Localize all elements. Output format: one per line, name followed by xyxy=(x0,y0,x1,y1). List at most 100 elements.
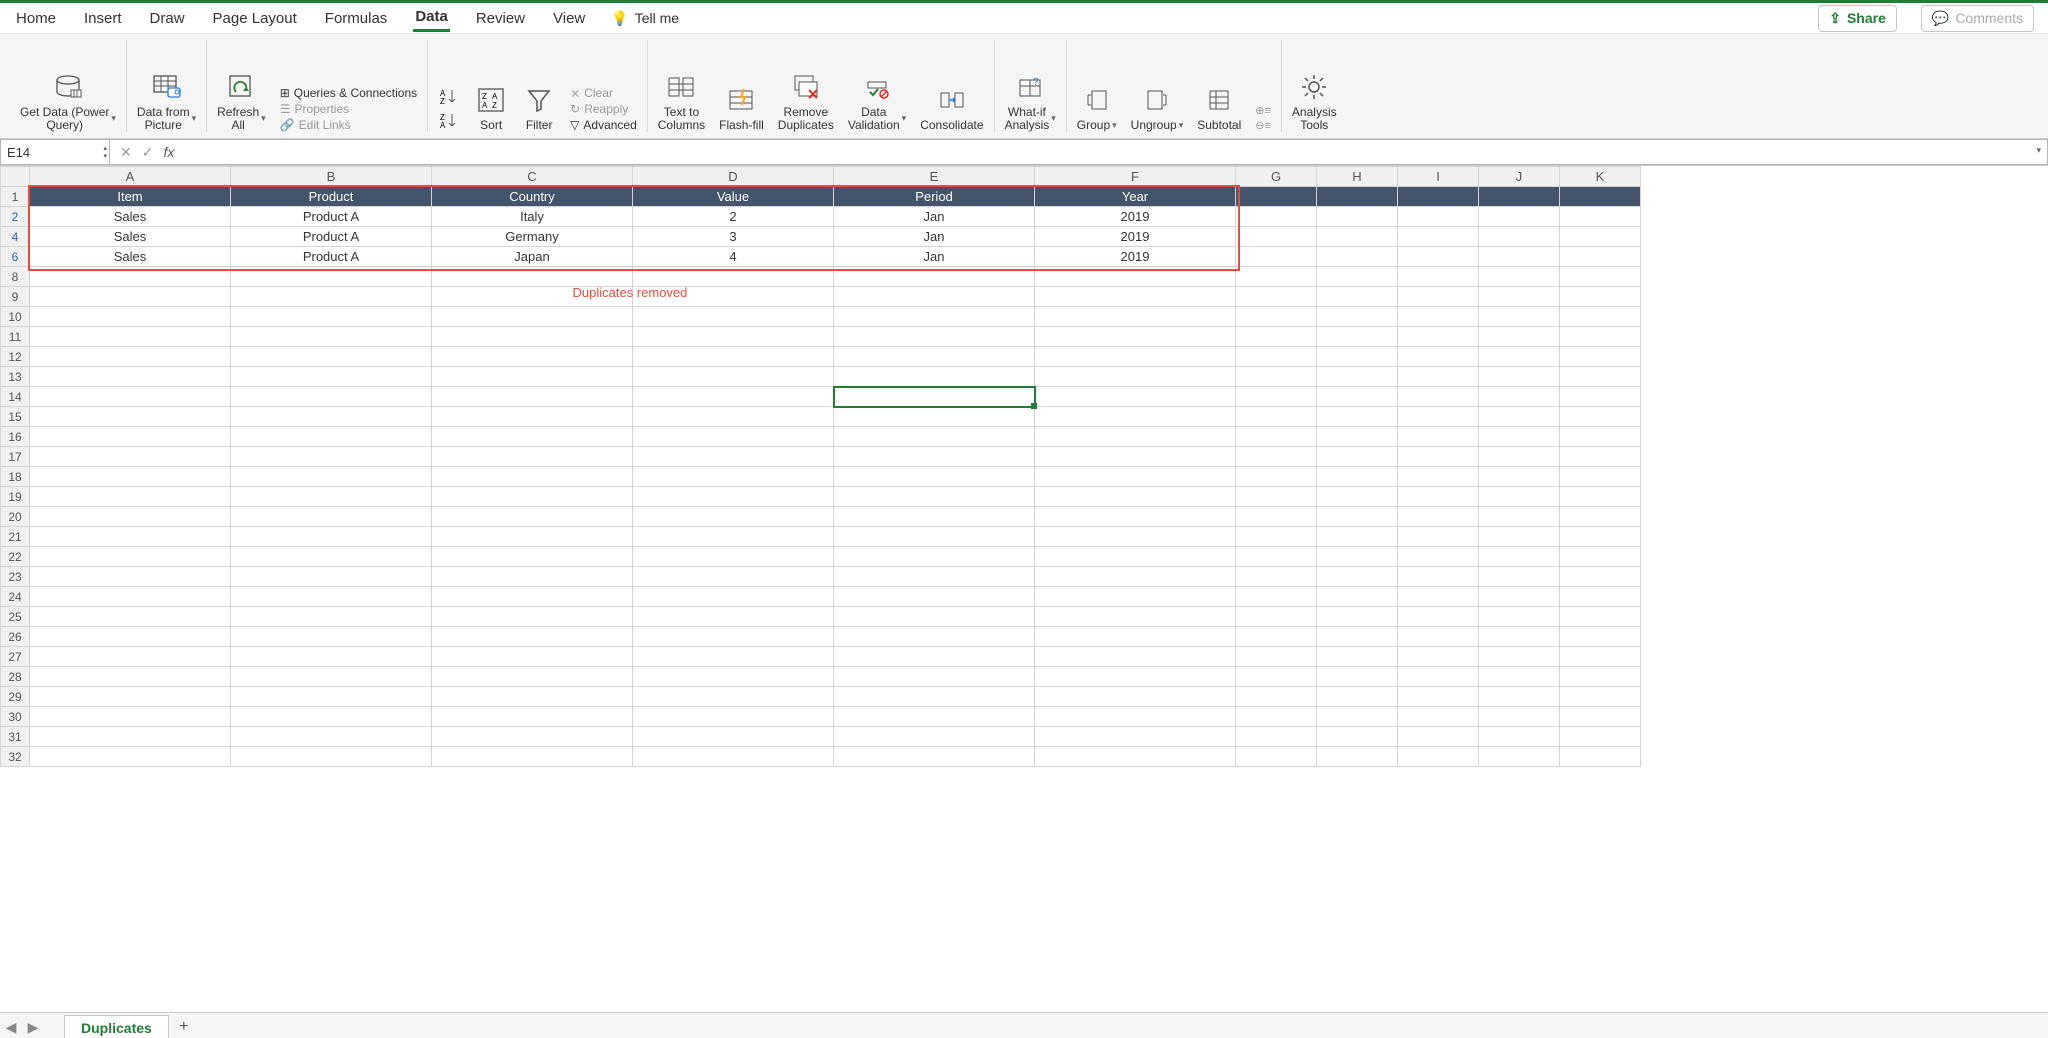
cell[interactable] xyxy=(231,287,432,307)
cell[interactable] xyxy=(1560,407,1641,427)
cell[interactable] xyxy=(231,707,432,727)
cell[interactable] xyxy=(30,467,231,487)
cell[interactable] xyxy=(432,707,633,727)
tell-me[interactable]: 💡 Tell me xyxy=(611,10,679,27)
cell[interactable] xyxy=(633,487,834,507)
cell[interactable] xyxy=(1035,527,1236,547)
cell[interactable] xyxy=(834,307,1035,327)
cell[interactable] xyxy=(432,407,633,427)
cell[interactable] xyxy=(1560,567,1641,587)
cell[interactable] xyxy=(1479,347,1560,367)
cell[interactable] xyxy=(834,567,1035,587)
cell[interactable] xyxy=(30,487,231,507)
cell[interactable] xyxy=(1317,647,1398,667)
cell[interactable] xyxy=(1236,687,1317,707)
worksheet-area[interactable]: ABCDEFGHIJK1ItemProductCountryValuePerio… xyxy=(0,166,2048,1012)
header-cell[interactable]: Period xyxy=(834,187,1035,207)
advanced-filter-button[interactable]: ▽Advanced xyxy=(570,118,637,132)
cell[interactable] xyxy=(1035,667,1236,687)
cell[interactable] xyxy=(432,347,633,367)
cell[interactable] xyxy=(1236,427,1317,447)
cell[interactable] xyxy=(30,667,231,687)
cell[interactable] xyxy=(1479,487,1560,507)
cell[interactable] xyxy=(1398,607,1479,627)
cell[interactable] xyxy=(432,367,633,387)
cell[interactable] xyxy=(1236,247,1317,267)
hide-detail-button[interactable]: ⊖≡ xyxy=(1255,119,1271,132)
row-header[interactable]: 26 xyxy=(1,627,30,647)
cell[interactable] xyxy=(30,267,231,287)
cell[interactable] xyxy=(1398,247,1479,267)
header-cell[interactable]: Country xyxy=(432,187,633,207)
cell[interactable] xyxy=(432,587,633,607)
cell[interactable] xyxy=(633,567,834,587)
cell[interactable] xyxy=(231,267,432,287)
cell[interactable] xyxy=(231,307,432,327)
cell[interactable] xyxy=(432,747,633,767)
row-header[interactable]: 22 xyxy=(1,547,30,567)
what-if-analysis-button[interactable]: ?What-if Analysis▾ xyxy=(1005,70,1056,132)
cell[interactable] xyxy=(1479,507,1560,527)
cell[interactable] xyxy=(1035,687,1236,707)
cell[interactable] xyxy=(633,427,834,447)
cell[interactable]: Product A xyxy=(231,247,432,267)
cell[interactable] xyxy=(1317,687,1398,707)
cell[interactable] xyxy=(1398,507,1479,527)
cell[interactable] xyxy=(1479,647,1560,667)
cell[interactable] xyxy=(1035,307,1236,327)
cell[interactable] xyxy=(1560,307,1641,327)
cell[interactable] xyxy=(1236,367,1317,387)
cell[interactable] xyxy=(633,267,834,287)
cell[interactable] xyxy=(231,507,432,527)
cell[interactable] xyxy=(1236,527,1317,547)
row-header[interactable]: 1 xyxy=(1,187,30,207)
cell[interactable] xyxy=(1560,627,1641,647)
cell[interactable]: Product A xyxy=(231,207,432,227)
cell[interactable] xyxy=(1560,667,1641,687)
cell[interactable] xyxy=(1398,487,1479,507)
cell[interactable] xyxy=(1398,227,1479,247)
cell[interactable] xyxy=(1479,667,1560,687)
cell[interactable] xyxy=(834,267,1035,287)
header-cell[interactable]: Year xyxy=(1035,187,1236,207)
cell[interactable] xyxy=(1317,367,1398,387)
cell[interactable] xyxy=(1479,727,1560,747)
cell[interactable] xyxy=(231,687,432,707)
cell[interactable] xyxy=(1035,487,1236,507)
share-button[interactable]: ⇪ Share xyxy=(1818,5,1897,32)
cell[interactable] xyxy=(231,387,432,407)
row-header[interactable]: 14 xyxy=(1,387,30,407)
remove-duplicates-button[interactable]: Remove Duplicates xyxy=(778,70,834,132)
cell[interactable] xyxy=(1398,367,1479,387)
cell[interactable] xyxy=(231,347,432,367)
cell[interactable]: Sales xyxy=(30,207,231,227)
cell[interactable] xyxy=(30,567,231,587)
header-cell[interactable] xyxy=(1317,187,1398,207)
cell[interactable] xyxy=(231,587,432,607)
cell[interactable] xyxy=(1479,447,1560,467)
cell[interactable] xyxy=(1236,587,1317,607)
cell[interactable] xyxy=(633,647,834,667)
cell[interactable] xyxy=(30,307,231,327)
cell[interactable] xyxy=(1317,507,1398,527)
enter-formula-button[interactable]: ✓ xyxy=(142,144,154,161)
column-header[interactable]: G xyxy=(1236,167,1317,187)
ungroup-button[interactable]: Ungroup▾ xyxy=(1131,83,1184,132)
cell[interactable] xyxy=(633,587,834,607)
cell[interactable] xyxy=(231,527,432,547)
row-header[interactable]: 10 xyxy=(1,307,30,327)
cell[interactable] xyxy=(834,547,1035,567)
cell[interactable] xyxy=(1236,327,1317,347)
cell[interactable] xyxy=(30,727,231,747)
cell[interactable] xyxy=(432,647,633,667)
cell[interactable] xyxy=(834,447,1035,467)
cell[interactable] xyxy=(1560,227,1641,247)
cell[interactable] xyxy=(30,327,231,347)
cell[interactable] xyxy=(1035,747,1236,767)
cell[interactable] xyxy=(432,487,633,507)
cell[interactable] xyxy=(231,567,432,587)
cell[interactable] xyxy=(1236,347,1317,367)
tab-nav-next[interactable]: ▶ xyxy=(22,1019,44,1036)
cell[interactable] xyxy=(1035,647,1236,667)
text-to-columns-button[interactable]: Text to Columns xyxy=(658,70,705,132)
